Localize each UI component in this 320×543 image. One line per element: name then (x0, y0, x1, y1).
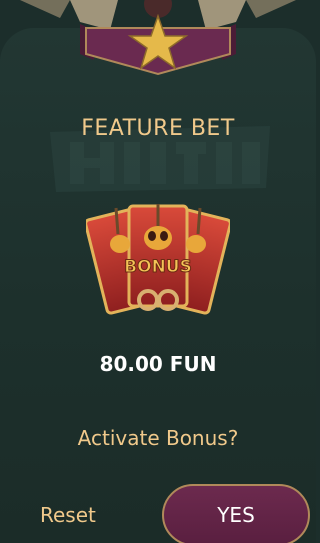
feature-bet-dialog: FEATURE BET BONUS 80.00 FUN Activate Bon… (0, 28, 316, 543)
reset-button[interactable]: Reset (40, 503, 96, 529)
dialog-title: FEATURE BET (81, 116, 235, 141)
game-logo-watermark (50, 126, 270, 192)
yes-button-label: YES (217, 503, 255, 527)
bonus-cards-icon: BONUS (86, 204, 230, 315)
bet-amount: 80.00 FUN (99, 352, 217, 376)
star-banner (80, 13, 236, 76)
activate-bonus-question: Activate Bonus? (77, 426, 239, 450)
yes-button[interactable]: YES (162, 484, 310, 543)
bonus-card-label: BONUS (124, 257, 192, 277)
